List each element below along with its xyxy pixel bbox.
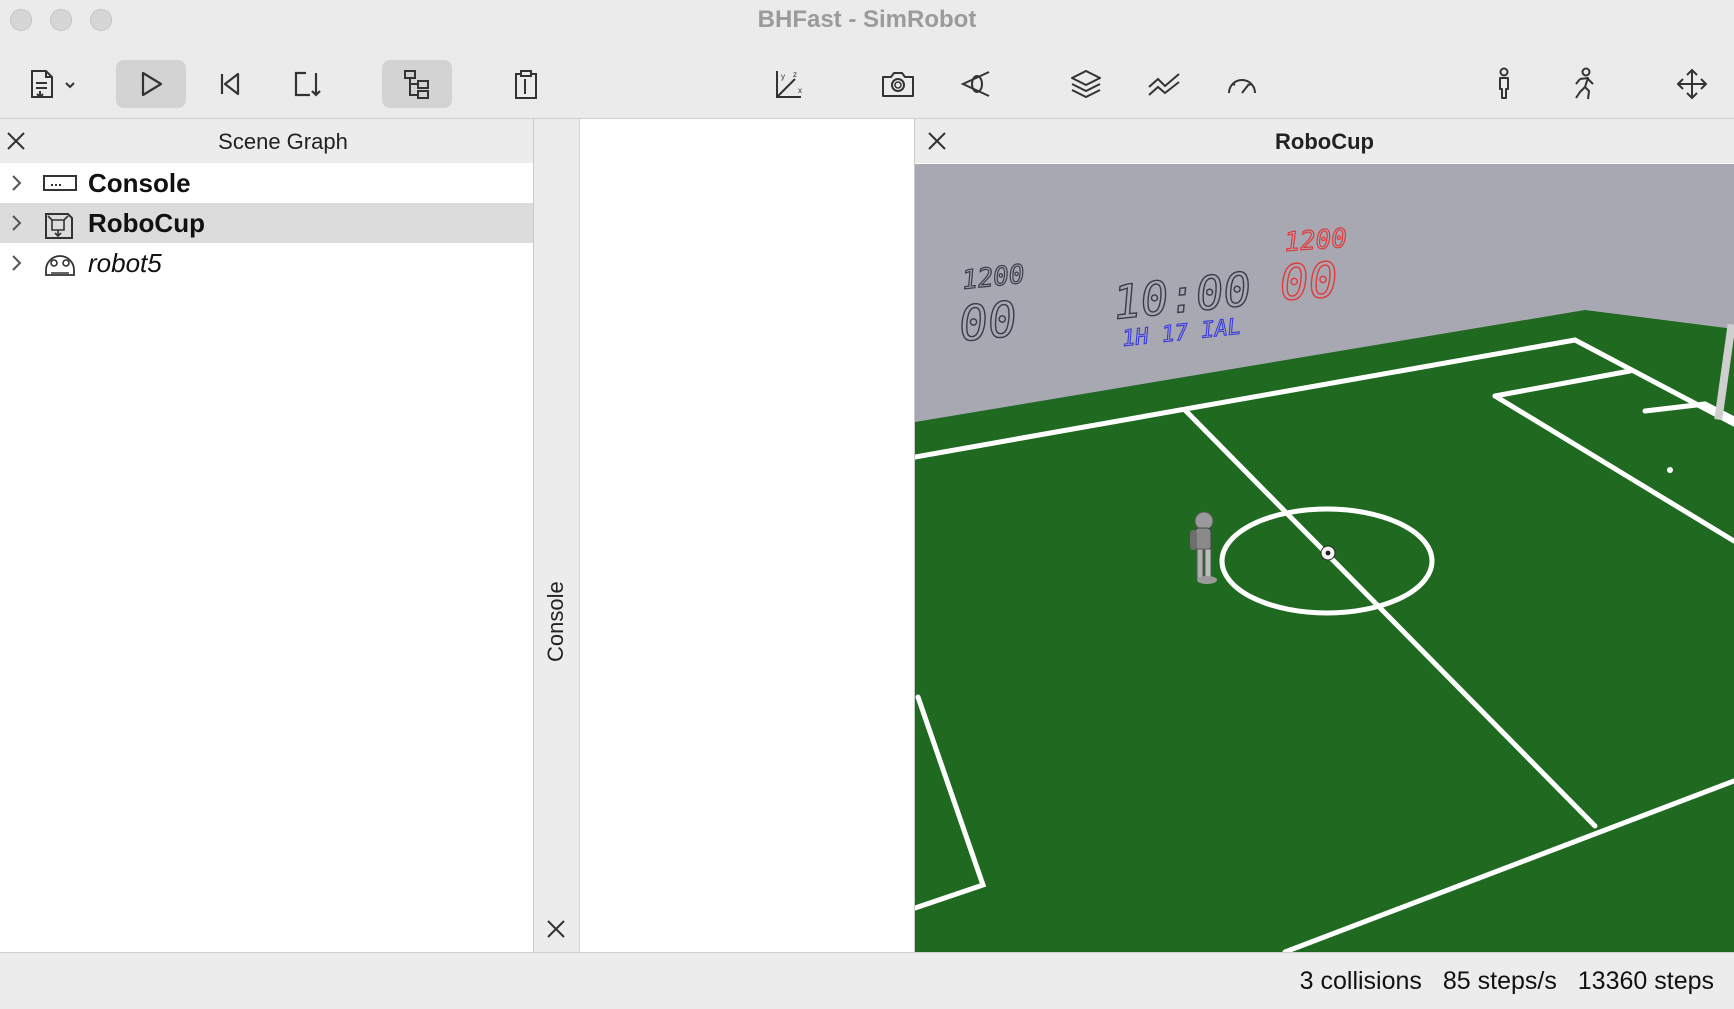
speed-button[interactable] [1218,60,1266,108]
chevron-right-icon[interactable] [10,214,24,232]
clipboard-button[interactable] [500,60,552,108]
penalty-spot [1667,467,1673,473]
step-count: 13360 steps [1577,967,1714,995]
step-button[interactable] [282,60,330,108]
layers-button[interactable] [1062,60,1110,108]
field-grass [915,310,1734,952]
screenshot-button[interactable] [874,60,922,108]
tree-item-label: Console [88,168,191,198]
axes-button[interactable]: y z x [764,60,812,108]
layers-icon [1071,70,1101,98]
robot-walk-button[interactable] [1560,60,1608,108]
view-title: RoboCup [1275,129,1374,154]
console-icon [43,175,77,191]
reset-button[interactable] [206,60,254,108]
scene-graph-header: Scene Graph [0,119,533,163]
close-icon[interactable] [546,919,566,939]
tree-item-robocup[interactable]: RoboCup [0,203,533,243]
scene-graph-panel: Scene Graph Console RoboCup robot5 [0,119,534,952]
robot-stand-button[interactable] [1480,60,1528,108]
tree-item-label: RoboCup [88,208,205,238]
toolbar: y z x [0,40,1734,119]
scene-graph-toggle-button[interactable] [382,60,452,108]
move-button[interactable] [1668,60,1716,108]
axes-icon: y z x [776,70,802,98]
steps-per-second: 85 steps/s [1442,967,1557,995]
gauge-icon [1228,79,1256,94]
left-team-score: 00 [956,291,1019,353]
console-output[interactable] [580,119,915,952]
view-header: RoboCup [915,119,1734,163]
line-chart-icon [1148,73,1180,96]
skip-back-icon [220,72,240,96]
svg-text:y: y [781,72,785,81]
robot-icon [45,255,75,276]
right-team-score: 00 [1278,252,1340,312]
open-file-dropdown-button[interactable] [22,60,82,108]
scene-graph-title: Scene Graph [218,129,348,154]
svg-text:x: x [798,86,802,95]
plot-button[interactable] [1140,60,1188,108]
chevron-right-icon[interactable] [10,254,24,272]
ball [1320,545,1336,561]
tree-item-robot5[interactable]: robot5 [0,243,533,283]
window-title: BHFast - SimRobot [757,6,977,33]
console-dock-tab[interactable]: Console [534,119,580,952]
eye-camera-icon [960,71,990,97]
step-icon [294,71,321,97]
clipboard-icon [515,70,537,99]
chevron-right-icon[interactable] [10,174,24,192]
robocup-view-panel: RoboCup 1200 00 10:00 1H 17 IAL 1200 00 [915,119,1734,952]
document-icon [31,70,75,99]
scene-icon [45,213,73,239]
tree-item-console[interactable]: Console [0,163,533,203]
tree-item-label: robot5 [88,248,162,278]
svg-text:z: z [793,70,797,79]
move-arrows-icon [1676,68,1708,100]
status-bar: 3 collisions 85 steps/s 13360 steps [0,952,1734,1009]
camera-icon [882,72,914,97]
3d-scene-view[interactable]: 1200 00 10:00 1H 17 IAL 1200 00 [915,164,1734,952]
person-standing-icon [1499,67,1509,99]
play-button[interactable] [116,60,186,108]
tree-icon [404,70,429,99]
title-bar: BHFast - SimRobot [0,0,1734,40]
play-icon [141,71,163,97]
console-dock-label: Console [543,581,568,662]
collision-count: 3 collisions [1299,967,1422,995]
person-walking-icon [1575,67,1594,100]
view-camera-button[interactable] [952,60,1000,108]
